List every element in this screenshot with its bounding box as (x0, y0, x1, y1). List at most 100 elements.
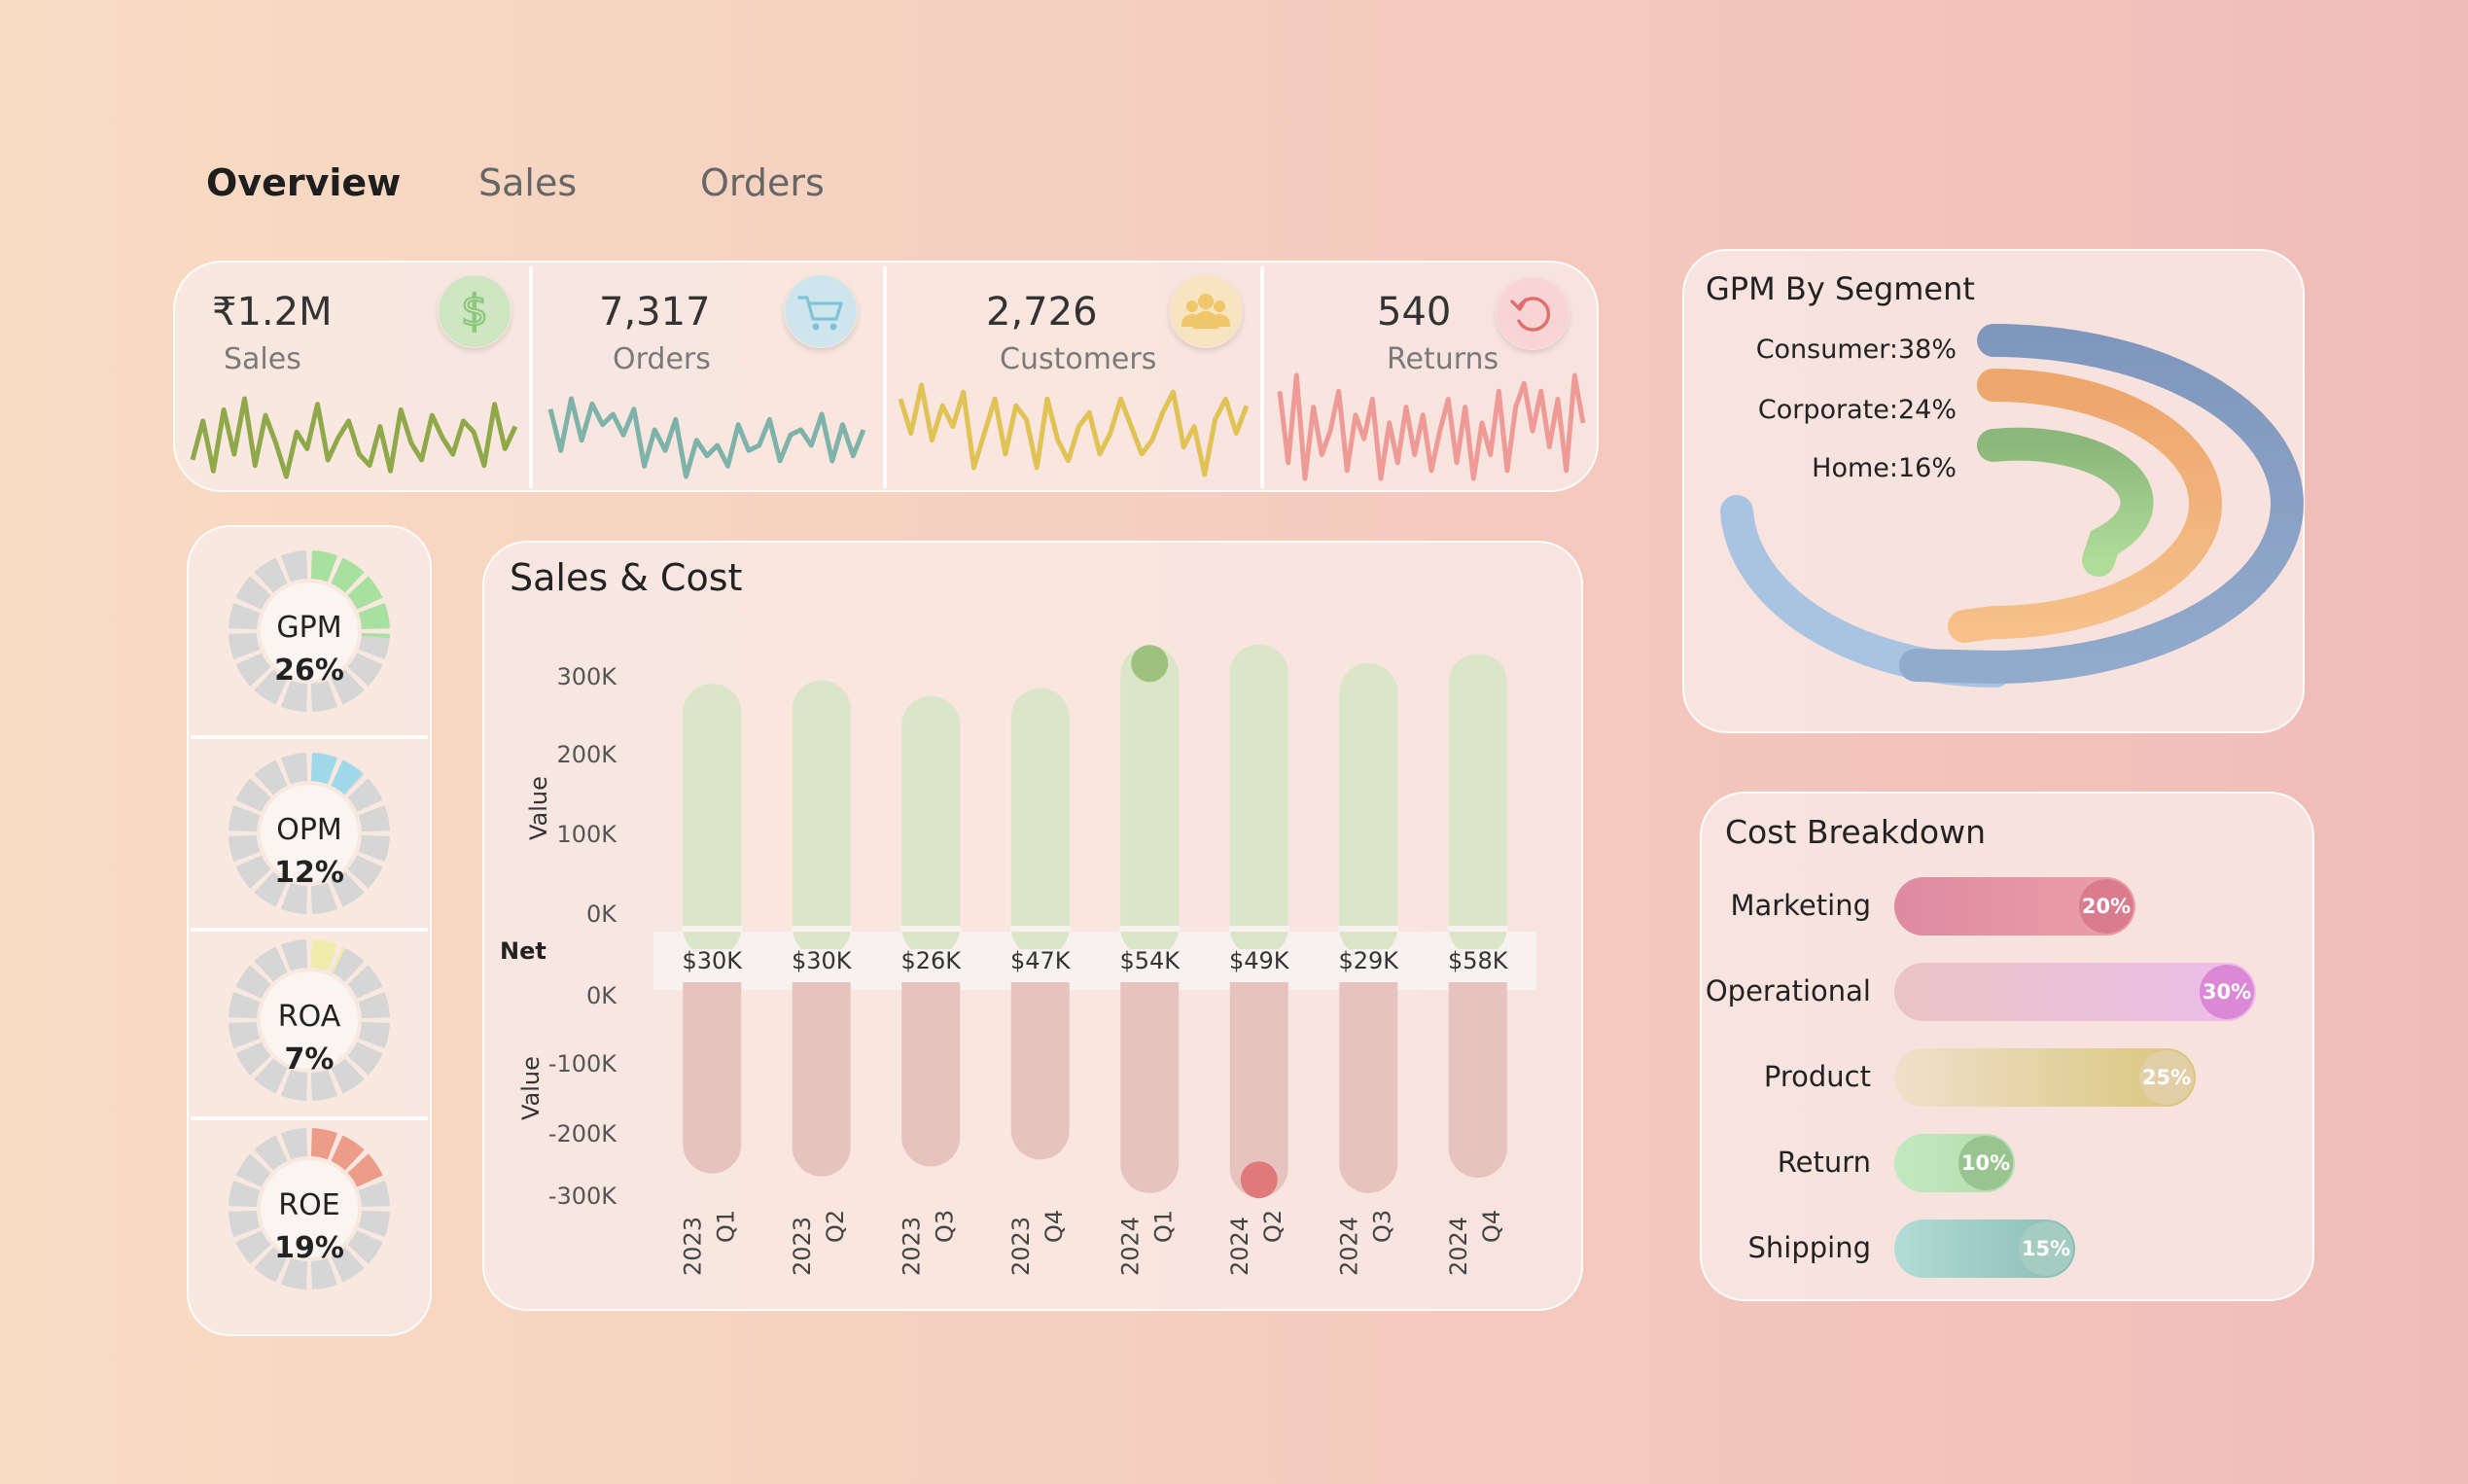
cost-percent-knob: 30% (2200, 965, 2254, 1019)
net-value-label: $26K (900, 947, 962, 974)
net-value-label: $30K (792, 947, 853, 974)
cost-bar (1339, 951, 1398, 1193)
gauge-segment (310, 1128, 338, 1160)
gauge-segment (310, 939, 338, 972)
returns-sparkline (1277, 372, 1586, 481)
x-tick-label: 2023 Q4 (1007, 1210, 1068, 1276)
cost-bar (1120, 951, 1180, 1193)
gauge-segment (280, 550, 308, 583)
gauge-name: ROA (277, 1000, 341, 1034)
x-tick-label: 2024 Q3 (1335, 1210, 1395, 1276)
kpi-value: ₹1.2M (212, 290, 333, 335)
sales-cost-chart: $30K2023 Q1$30K2023 Q2$26K2023 Q3$47K2023 Q4… (653, 644, 1536, 1276)
x-tick-year: 2023 (1007, 1217, 1035, 1276)
segment-arc-corporate (1948, 369, 2223, 643)
x-tick-year: 2024 (1116, 1217, 1144, 1276)
x-tick-label: 2024 Q2 (1226, 1210, 1287, 1276)
x-tick-quarter: Q1 (1149, 1210, 1177, 1243)
net-value-label: $30K (682, 947, 743, 974)
net-value-label: $47K (1010, 947, 1072, 974)
x-tick-year: 2023 (679, 1217, 706, 1276)
kpi-returns: 540 Returns (1264, 263, 1597, 490)
sales-bar (901, 695, 961, 957)
x-tick-label: 2023 Q2 (789, 1210, 849, 1276)
net-value-label: $49K (1229, 947, 1290, 974)
x-tick-label: 2024 Q4 (1445, 1210, 1505, 1276)
segment-baseline-arc (1720, 495, 2012, 688)
x-tick-year: 2024 (1445, 1217, 1472, 1276)
x-tick-year: 2024 (1335, 1217, 1362, 1276)
kpi-label: Customers (1000, 342, 1157, 376)
tab-sales[interactable]: Sales (478, 161, 577, 204)
gauge-opm: OPM 12% (189, 741, 430, 926)
bar-base-mask (1119, 926, 1181, 932)
person-head (1214, 300, 1225, 312)
person-head (1198, 294, 1214, 309)
sales-bar (792, 680, 851, 957)
kpi-panel: ₹1.2M Sales $ 7,317 Orders 2,726 Custome… (173, 261, 1599, 492)
bar-base-mask (900, 926, 962, 932)
gauge-segment (280, 1128, 308, 1160)
tab-overview[interactable]: Overview (206, 161, 401, 204)
icon-bg (1497, 277, 1569, 349)
x-tick-quarter: Q4 (1478, 1210, 1505, 1243)
dollar-glyph: $ (461, 286, 488, 336)
net-band (653, 932, 1536, 990)
highlight-marker (1131, 645, 1169, 683)
kpi-label: Sales (224, 342, 301, 376)
kpi-orders: 7,317 Orders (533, 263, 883, 490)
x-tick-quarter: Q3 (931, 1210, 958, 1243)
sales-bar (683, 683, 742, 957)
bar-base-mask (1338, 926, 1399, 932)
ratio-gauges-panel: GPM 26% OPM 12% ROA 7% ROE 19% (187, 525, 432, 1336)
gauge-segment (280, 939, 308, 972)
cost-label: Marketing (1730, 889, 1871, 922)
gauge-name: OPM (276, 813, 342, 847)
cart-wheel (829, 323, 837, 331)
kpi-value: 540 (1377, 290, 1452, 335)
gauge-gpm: GPM 26% (189, 539, 430, 724)
kpi-value: 2,726 (986, 290, 1098, 335)
x-tick-year: 2023 (789, 1217, 816, 1276)
net-value-label: $29K (1338, 947, 1399, 974)
gauge-divider (191, 735, 428, 739)
bar-base-mask (682, 926, 743, 932)
customers-sparkline (898, 382, 1250, 477)
gpm-segment-chart (1720, 324, 2305, 688)
kpi-sales: ₹1.2M Sales $ (175, 263, 529, 490)
icon-bg (785, 275, 857, 347)
gauge-roa: ROA 7% (189, 928, 430, 1113)
highlight-marker (1240, 1161, 1278, 1199)
sparkline (1277, 372, 1586, 481)
sales-bar (1010, 688, 1070, 957)
sales-bar (1448, 654, 1507, 957)
tab-orders[interactable]: Orders (700, 161, 825, 204)
cost-bar (683, 951, 742, 1174)
gauge-segment (310, 753, 338, 785)
bar-base-mask (1447, 926, 1508, 932)
cost-bar (1229, 951, 1288, 1198)
cost-label: Shipping (1747, 1231, 1871, 1264)
bar-base-mask (1228, 926, 1289, 932)
person-head (1186, 300, 1198, 312)
dollar-icon: $ (438, 274, 511, 348)
cost-percent-knob: 10% (1958, 1136, 2013, 1190)
cart-wheel (812, 323, 820, 331)
cost-breakdown-title: Cost Breakdown (1725, 813, 1987, 851)
cost-bar (1010, 951, 1070, 1160)
x-tick-quarter: Q1 (712, 1210, 739, 1243)
sparkline (547, 396, 866, 479)
cost-bar (1448, 951, 1507, 1179)
cart-icon (784, 274, 858, 348)
x-tick-year: 2024 (1226, 1217, 1253, 1276)
cost-percent-knob: 15% (2019, 1221, 2073, 1276)
kpi-value: 7,317 (599, 290, 711, 335)
segment-label-home: Home:16% (1812, 453, 1957, 483)
gauge-value: 7% (284, 1042, 335, 1077)
sales-bar (1229, 644, 1288, 957)
refresh-icon (1496, 276, 1569, 350)
gauge-name: ROE (278, 1188, 340, 1222)
gauge-segment (310, 550, 338, 583)
x-tick-year: 2023 (898, 1217, 925, 1276)
gauge-value: 19% (274, 1231, 344, 1265)
